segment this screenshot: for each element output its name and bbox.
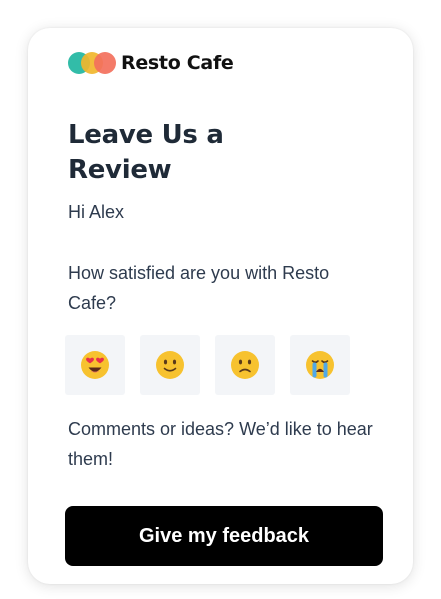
- rating-satisfied-button[interactable]: [140, 335, 200, 395]
- comments-prompt: Comments or ideas? We’d like to hear the…: [68, 419, 373, 469]
- brand-name: Resto Cafe: [121, 52, 234, 74]
- page-title: Leave Us a Review: [68, 120, 224, 185]
- rating-very-dissatisfied-button[interactable]: [290, 335, 350, 395]
- rating-dissatisfied-button[interactable]: [215, 335, 275, 395]
- rating-very-satisfied-button[interactable]: [65, 335, 125, 395]
- satisfaction-question: How satisfied are you with Resto Cafe?: [68, 263, 330, 313]
- heart-eyes-emoji-icon: [81, 351, 109, 379]
- resto-cafe-logo-icon: [68, 52, 116, 74]
- crying-emoji-icon: [306, 351, 334, 379]
- greeting-text: Hi Alex: [68, 202, 125, 222]
- brand-header: Resto Cafe: [68, 51, 234, 75]
- give-feedback-button[interactable]: Give my feedback: [65, 506, 383, 566]
- rating-options: [65, 335, 350, 395]
- review-card: Resto Cafe Leave Us a Review Hi Alex How…: [28, 28, 413, 584]
- slightly-smiling-emoji-icon: [156, 351, 184, 379]
- slightly-frowning-emoji-icon: [231, 351, 259, 379]
